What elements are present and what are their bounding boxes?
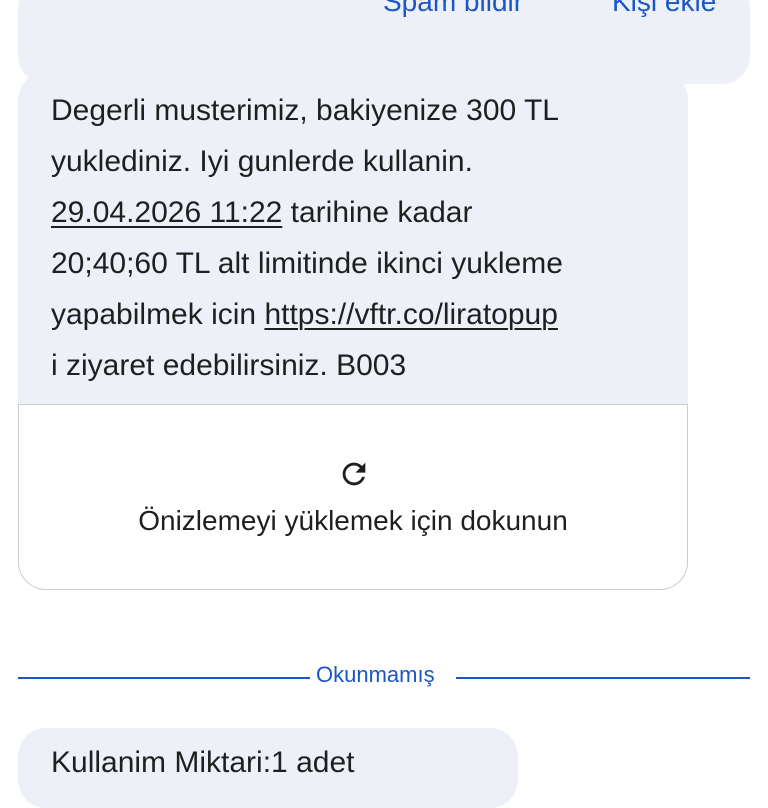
divider-line bbox=[456, 677, 750, 679]
preview-load-label: Önizlemeyi yüklemek için dokunun bbox=[138, 505, 568, 536]
message-line: i ziyaret edebilirsiniz. B003 bbox=[51, 349, 407, 382]
report-spam-button[interactable]: Spam bildir bbox=[383, 0, 523, 22]
date-link[interactable]: 29.04.2026 11:22 bbox=[51, 196, 282, 229]
message-text-fragment: tarihine kadar bbox=[282, 196, 473, 229]
divider-line bbox=[18, 677, 310, 679]
message-line: 20;40;60 TL alt limitinde ikinci yukleme bbox=[51, 247, 563, 280]
message-bubble[interactable]: Degerli musterimiz, bakiyenize 300 TL yu… bbox=[18, 72, 688, 590]
unread-label: Okunmamış bbox=[316, 662, 435, 687]
message-text-fragment: yapabilmek icin bbox=[51, 298, 265, 331]
message-line: 29.04.2026 11:22 tarihine kadar bbox=[51, 187, 681, 238]
link-preview-card[interactable]: Önizlemeyi yüklemek için dokunun bbox=[18, 404, 688, 590]
url-link[interactable]: https://vftr.co/liratopup bbox=[264, 298, 557, 331]
message-text: Kullanim Miktari:1 adet bbox=[51, 746, 355, 779]
message-line: Degerli musterimiz, bakiyenize 300 TL bbox=[51, 94, 559, 127]
message-text: Degerli musterimiz, bakiyenize 300 TL yu… bbox=[51, 85, 681, 391]
message-bubble[interactable]: Kullanim Miktari:1 adet bbox=[18, 728, 518, 808]
add-contact-button[interactable]: Kişi ekle bbox=[612, 0, 716, 22]
reload-icon bbox=[342, 462, 366, 486]
message-line: yapabilmek icin https://vftr.co/liratopu… bbox=[51, 289, 681, 340]
unread-divider: Okunmamış bbox=[18, 660, 750, 696]
message-line: yuklediniz. Iyi gunlerde kullanin. bbox=[51, 145, 473, 178]
